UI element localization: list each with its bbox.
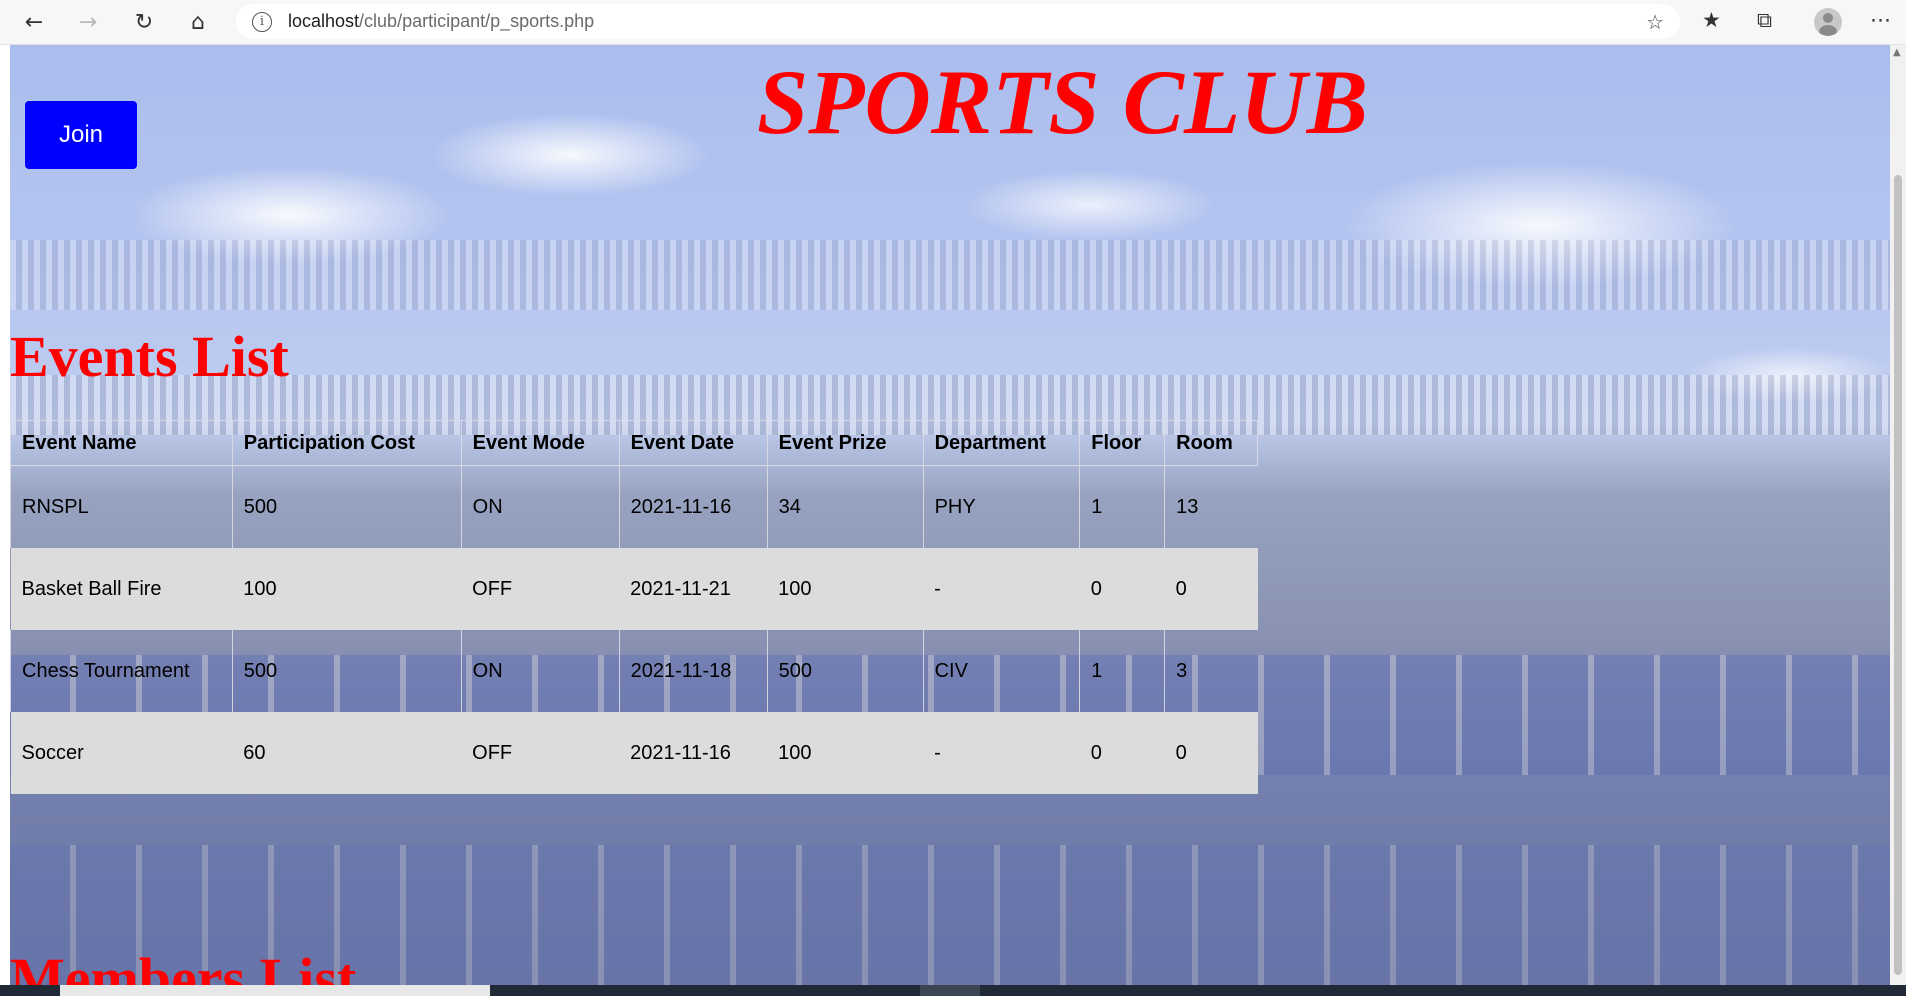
column-header: Event Name	[10, 420, 233, 466]
scroll-up-icon[interactable]: ▲	[1893, 47, 1901, 58]
forward-icon[interactable]: →	[72, 6, 104, 38]
table-cell: 0	[1175, 577, 1187, 600]
table-cell: 2021-11-16	[618, 465, 768, 548]
table-row: RNSPL 500 ON 2021-11-16 34 PHY 1 13	[10, 465, 1258, 548]
table-cell: Chess Tournament	[10, 630, 233, 712]
more-icon[interactable]: ⋯	[1870, 8, 1891, 32]
column-header: Room	[1164, 420, 1258, 466]
events-heading: Events List	[10, 324, 289, 389]
table-cell: OFF	[472, 577, 513, 600]
column-header: Event Prize	[766, 420, 924, 466]
page-viewport: SPORTS CLUB Join Events List Event Name …	[10, 45, 1890, 985]
table-cell: 1	[1079, 465, 1165, 548]
profile-icon[interactable]	[1814, 8, 1842, 36]
url-text[interactable]: localhost/club/participant/p_sports.php	[288, 11, 594, 32]
table-cell: 100	[778, 577, 812, 600]
favorites-icon[interactable]: ★	[1702, 8, 1721, 32]
collections-icon[interactable]: ⧉	[1757, 8, 1772, 33]
table-cell: OFF	[472, 741, 513, 764]
taskbar-item[interactable]	[60, 985, 490, 996]
table-cell: 60	[243, 741, 266, 764]
browser-toolbar: ← → ↻ ⌂ i localhost/club/participant/p_s…	[0, 0, 1906, 45]
page-title: SPORTS CLUB	[757, 51, 1368, 153]
column-header: Department	[922, 420, 1081, 466]
table-cell: ON	[460, 465, 620, 548]
table-cell: PHY	[922, 465, 1080, 548]
table-cell: RNSPL	[10, 465, 233, 548]
taskbar-item[interactable]	[920, 985, 980, 996]
join-button[interactable]: Join	[25, 101, 137, 169]
table-row: Soccer 60 OFF 2021-11-16 100 - 0 0	[10, 712, 1258, 794]
table-cell: 0	[1090, 741, 1102, 764]
scroll-thumb[interactable]	[1894, 175, 1902, 975]
table-cell: 500	[231, 630, 462, 712]
table-cell: 3	[1164, 630, 1258, 712]
table-cell: Soccer	[21, 741, 84, 764]
add-favorite-icon[interactable]: ☆	[1646, 10, 1664, 34]
table-cell: 13	[1164, 465, 1258, 548]
back-icon[interactable]: ←	[18, 6, 50, 38]
table-cell: 2021-11-18	[618, 630, 768, 712]
events-table: Event Name Participation Cost Event Mode…	[10, 420, 1258, 794]
table-header-row: Event Name Participation Cost Event Mode…	[10, 420, 1258, 466]
members-heading: Members List	[10, 946, 357, 985]
column-header: Event Mode	[460, 420, 620, 466]
column-header: Event Date	[618, 420, 768, 466]
address-bar[interactable]: i localhost/club/participant/p_sports.ph…	[236, 4, 1680, 39]
table-cell: 2021-11-21	[630, 577, 731, 600]
table-row: Chess Tournament 500 ON 2021-11-18 500 C…	[10, 630, 1258, 712]
url-host: localhost	[288, 11, 360, 31]
table-cell: -	[934, 741, 941, 764]
table-cell: 34	[766, 465, 924, 548]
table-cell: Basket Ball Fire	[21, 577, 162, 600]
table-cell: 500	[231, 465, 462, 548]
table-cell: 1	[1079, 630, 1165, 712]
table-cell: CIV	[922, 630, 1080, 712]
column-header: Participation Cost	[231, 420, 462, 466]
reload-icon[interactable]: ↻	[128, 6, 160, 38]
taskbar	[0, 985, 1906, 996]
table-cell: 0	[1090, 577, 1102, 600]
table-cell: 100	[243, 577, 277, 600]
table-cell: ON	[460, 630, 620, 712]
table-row: Basket Ball Fire 100 OFF 2021-11-21 100 …	[10, 548, 1258, 630]
url-path: /club/participant/p_sports.php	[359, 11, 595, 31]
table-cell: 2021-11-16	[630, 741, 731, 764]
column-header: Floor	[1079, 420, 1166, 466]
home-icon[interactable]: ⌂	[182, 6, 214, 38]
table-cell: -	[934, 577, 941, 600]
page-scrollbar[interactable]: ▲	[1890, 45, 1906, 985]
table-cell: 0	[1175, 741, 1187, 764]
info-icon[interactable]: i	[252, 11, 272, 32]
table-cell: 500	[766, 630, 924, 712]
table-cell: 100	[778, 741, 812, 764]
